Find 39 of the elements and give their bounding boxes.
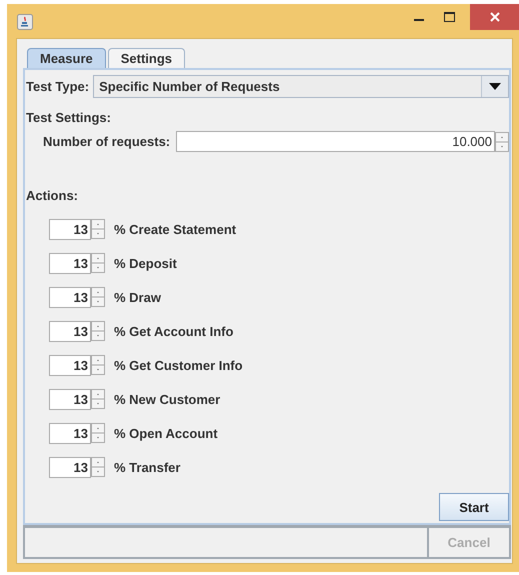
action-label: % Transfer [114,460,180,474]
spinner-arrows-icon[interactable] [91,389,105,409]
number-field[interactable]: 13 [49,422,91,444]
number-field[interactable]: 13 [49,218,91,240]
test-type-dropdown[interactable]: Specific Number of Requests [93,75,509,98]
number-field[interactable]: 10.000 [176,131,495,152]
action-label: % New Customer [114,392,220,406]
section-heading: Test Settings: [26,110,112,125]
app-icon [17,14,33,30]
number-field[interactable]: 13 [49,286,91,308]
action-label: % Get Customer Info [114,358,243,372]
maximize-icon[interactable] [444,12,454,22]
spinner-arrows-icon[interactable] [91,457,105,477]
spinner-arrows-icon[interactable] [91,219,105,239]
spinner-arrows-icon[interactable] [91,253,105,273]
action-label: % Open Account [114,426,218,440]
spinner-arrows-icon[interactable] [91,287,105,307]
spinner-arrows-icon[interactable] [91,321,105,341]
dropdown-arrow-icon [489,83,501,90]
number-field[interactable]: 13 [49,388,91,410]
section-heading: Actions: [26,188,79,203]
action-label: % Draw [114,290,161,304]
spinner-arrows-icon[interactable] [91,423,105,443]
field-label: Number of requests: [43,134,170,149]
number-field[interactable]: 13 [49,456,91,478]
field-label: Test Type: [26,79,90,94]
number-field[interactable]: 13 [49,252,91,274]
spinner-arrows-icon[interactable] [495,132,509,152]
spinner-arrows-icon[interactable] [91,355,105,375]
action-label: % Get Account Info [114,324,234,338]
close-icon [490,12,500,22]
action-label: % Deposit [114,256,177,270]
number-field[interactable]: 13 [49,354,91,376]
tab[interactable]: Measure [27,48,106,68]
number-field[interactable]: 13 [49,320,91,342]
close-button[interactable] [470,4,519,30]
start-button[interactable]: Start [439,493,509,521]
tab[interactable]: Settings [108,48,186,68]
action-label: % Create Statement [114,222,236,236]
